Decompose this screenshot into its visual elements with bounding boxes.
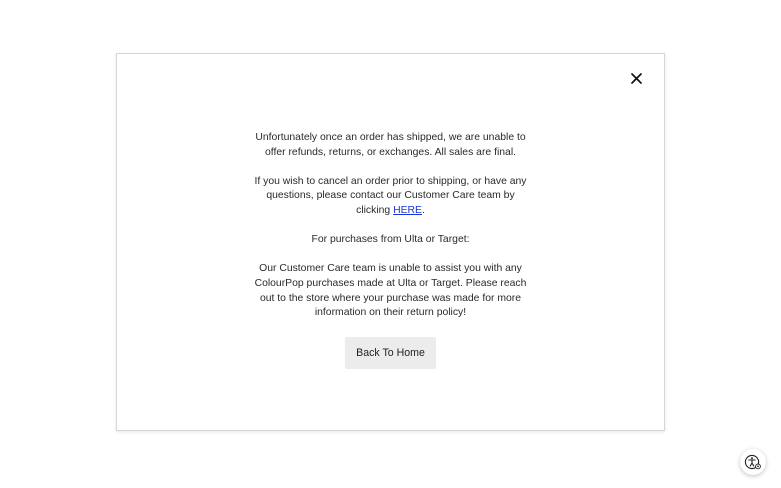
close-icon (630, 72, 642, 84)
retailer-purchases-heading: For purchases from Ulta or Target: (311, 234, 470, 246)
cancel-order-text: If you wish to cancel an order prior to … (254, 175, 527, 216)
no-refunds-notice: Unfortunately once an order has shipped,… (255, 132, 526, 158)
page: Unfortunately once an order has shipped,… (0, 0, 781, 488)
returns-policy-modal: Unfortunately once an order has shipped,… (116, 53, 665, 431)
back-to-home-button[interactable]: Back To Home (345, 336, 436, 369)
close-button[interactable] (627, 69, 645, 87)
cancel-order-text-end: . (421, 204, 425, 216)
cancel-order-notice: If you wish to cancel an order prior to … (253, 175, 528, 219)
modal-content: Unfortunately once an order has shipped,… (117, 131, 664, 369)
contact-here-link[interactable]: HERE (393, 205, 422, 216)
accessibility-icon (744, 454, 761, 470)
accessibility-button[interactable] (740, 449, 766, 475)
retailer-purchases-notice: Our Customer Care team is unable to assi… (254, 263, 527, 319)
